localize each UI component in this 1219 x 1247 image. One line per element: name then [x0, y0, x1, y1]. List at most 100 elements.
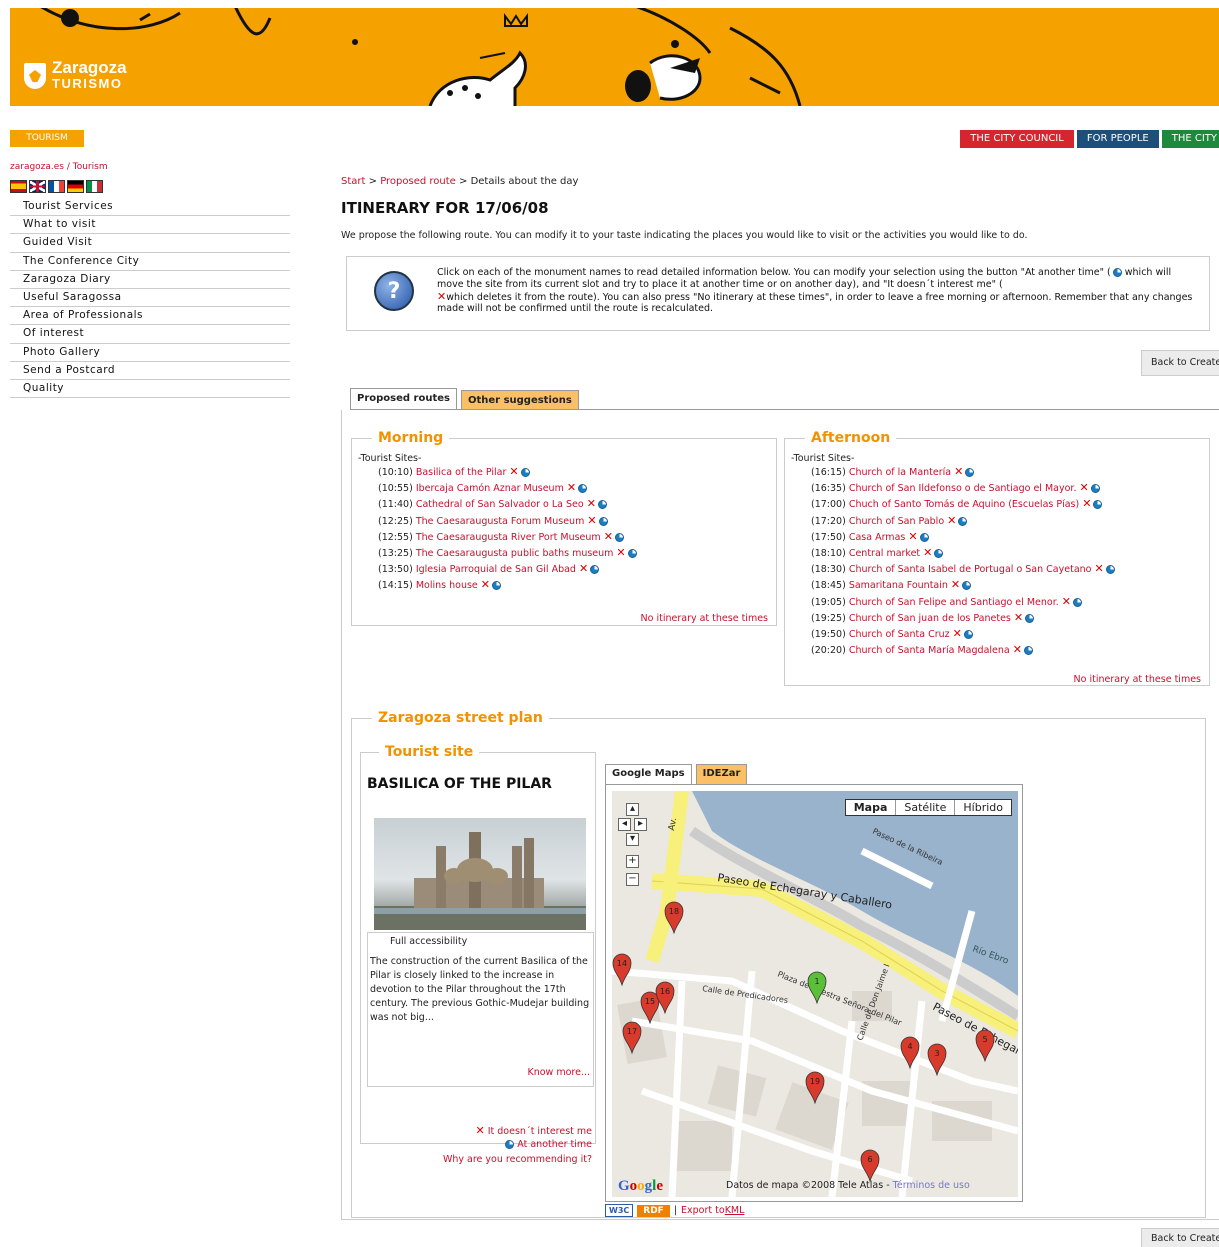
sidebar-item-send-postcard[interactable]: Send a Postcard [10, 362, 290, 380]
sidebar-item-zaragoza-diary[interactable]: Zaragoza Diary [10, 271, 290, 289]
tab-proposed-routes[interactable]: Proposed routes [350, 388, 457, 410]
delete-x-icon[interactable]: ✕ [1014, 611, 1023, 624]
street-map[interactable]: Paseo de Echegaray y Caballero Paseo de … [612, 791, 1018, 1197]
tab-for-people[interactable]: FOR PEOPLE [1076, 130, 1159, 148]
sidebar-item-conference-city[interactable]: The Conference City [10, 253, 290, 271]
terms-link[interactable]: Términos de uso [893, 1180, 970, 1191]
breadcrumb-start-link[interactable]: Start [341, 176, 365, 187]
sidebar-item-professionals[interactable]: Area of Professionals [10, 307, 290, 326]
site-link[interactable]: Samaritana Fountain [849, 580, 948, 591]
site-link[interactable]: Iglesia Parroquial de San Gil Abad [416, 564, 576, 575]
back-to-create-button-bottom[interactable]: Back to Create [1141, 1228, 1219, 1247]
clock-icon[interactable] [1025, 613, 1035, 623]
site-link[interactable]: The Caesaraugusta River Port Museum [416, 532, 601, 543]
clock-icon[interactable] [1105, 565, 1115, 575]
site-link[interactable]: Church of la Mantería [849, 467, 951, 478]
site-link[interactable]: Basilica of the Pilar [416, 467, 507, 478]
delete-x-icon[interactable]: ✕ [509, 465, 518, 478]
map-type-hybrid[interactable]: Híbrido [954, 800, 1011, 815]
tab-other-suggestions[interactable]: Other suggestions [460, 390, 579, 410]
sidebar-item-useful-saragossa[interactable]: Useful Saragossa [10, 289, 290, 308]
map-marker-5[interactable]: 5 [975, 1029, 995, 1063]
delete-x-icon[interactable]: ✕ [1082, 497, 1091, 510]
site-breadcrumb[interactable]: zaragoza.es / Tourism [10, 162, 108, 172]
clock-icon[interactable] [958, 516, 968, 526]
map-type-mapa[interactable]: Mapa [846, 800, 896, 815]
site-link[interactable]: Church of San juan de los Panetes [849, 613, 1011, 624]
site-link[interactable]: Church of San Ildefonso o de Santiago el… [849, 483, 1077, 494]
delete-x-icon[interactable]: ✕ [1013, 643, 1022, 656]
delete-x-icon[interactable]: ✕ [947, 514, 956, 527]
delete-x-icon[interactable]: ✕ [954, 465, 963, 478]
tab-city-council[interactable]: THE CITY COUNCIL [960, 130, 1074, 148]
delete-x-icon[interactable]: ✕ [616, 546, 625, 559]
clock-icon[interactable] [491, 581, 501, 591]
site-link[interactable]: The Caesaraugusta Forum Museum [416, 516, 585, 527]
delete-x-icon[interactable]: ✕ [1062, 595, 1071, 608]
delete-x-icon[interactable]: ✕ [481, 578, 490, 591]
map-type-satellite[interactable]: Satélite [895, 800, 954, 815]
afternoon-no-itinerary-link[interactable]: No itinerary at these times [1074, 674, 1201, 685]
pan-right-icon[interactable]: ▸ [634, 818, 647, 831]
not-interest-link[interactable]: It doesn´t interest me [488, 1126, 592, 1137]
clock-icon[interactable] [962, 581, 972, 591]
map-marker-16[interactable]: 16 [655, 981, 675, 1015]
tourism-tab[interactable]: TOURISM [10, 130, 84, 147]
delete-x-icon[interactable]: ✕ [923, 546, 932, 559]
clock-icon[interactable] [597, 500, 607, 510]
site-action-another-time[interactable]: At another time [503, 1139, 592, 1150]
tab-the-city[interactable]: THE CITY [1161, 130, 1219, 148]
site-link[interactable]: Church of Santa María Magdalena [849, 645, 1010, 656]
breadcrumb-route-link[interactable]: Proposed route [380, 176, 456, 187]
delete-x-icon[interactable]: ✕ [587, 514, 596, 527]
sidebar-item-what-to-visit[interactable]: What to visit [10, 216, 290, 235]
google-logo[interactable]: Google [618, 1178, 663, 1195]
back-to-create-button-top[interactable]: Back to Create [1141, 350, 1219, 376]
clock-icon[interactable] [919, 532, 929, 542]
zaragoza-turismo-logo[interactable]: Zaragoza TURISMO [24, 59, 127, 92]
know-more-link[interactable]: Know more... [527, 1066, 590, 1080]
delete-x-icon[interactable]: ✕ [604, 530, 613, 543]
morning-no-itinerary-link[interactable]: No itinerary at these times [641, 613, 768, 624]
clock-icon[interactable] [598, 516, 608, 526]
delete-x-icon[interactable]: ✕ [567, 481, 576, 494]
sidebar-item-quality[interactable]: Quality [10, 380, 290, 399]
site-link[interactable]: Chuch of Santo Tomás de Aquino (Escuelas… [849, 499, 1079, 510]
rdf-badge[interactable]: RDF [637, 1204, 670, 1217]
delete-x-icon[interactable]: ✕ [1079, 481, 1088, 494]
spanish-flag-icon[interactable] [10, 180, 27, 193]
delete-x-icon[interactable]: ✕ [1094, 562, 1103, 575]
french-flag-icon[interactable] [48, 180, 65, 193]
map-marker-14[interactable]: 14 [612, 953, 632, 987]
site-link[interactable]: Ibercaja Camón Aznar Museum [416, 483, 564, 494]
another-time-link[interactable]: At another time [517, 1139, 592, 1150]
clock-icon[interactable] [614, 532, 624, 542]
pan-down-icon[interactable]: ▾ [626, 833, 639, 846]
site-link[interactable]: The Caesaraugusta public baths museum [416, 548, 614, 559]
clock-icon[interactable] [1072, 597, 1082, 607]
tab-idezar[interactable]: IDEZar [695, 764, 748, 784]
clock-icon[interactable] [965, 468, 975, 477]
pan-up-icon[interactable]: ▴ [626, 803, 639, 816]
sidebar-item-of-interest[interactable]: Of interest [10, 325, 290, 344]
italian-flag-icon[interactable] [86, 180, 103, 193]
clock-icon[interactable] [1090, 484, 1100, 494]
sidebar-item-guided-visit[interactable]: Guided Visit [10, 234, 290, 253]
zoom-out-icon[interactable]: − [626, 873, 639, 886]
site-link[interactable]: Central market [849, 548, 920, 559]
delete-x-icon[interactable]: ✕ [908, 530, 917, 543]
w3c-badge[interactable]: W3C [605, 1204, 634, 1217]
site-action-not-interest[interactable]: ✕ It doesn´t interest me [472, 1124, 592, 1137]
pan-left-icon[interactable]: ◂ [618, 818, 631, 831]
clock-icon[interactable] [627, 549, 637, 559]
site-link[interactable]: Church of San Felipe and Santiago el Men… [849, 597, 1059, 608]
sidebar-item-tourist-services[interactable]: Tourist Services [10, 198, 290, 217]
clock-icon[interactable] [1093, 500, 1103, 510]
site-link[interactable]: Casa Armas [849, 532, 906, 543]
delete-x-icon[interactable]: ✕ [951, 578, 960, 591]
english-flag-icon[interactable] [29, 180, 46, 193]
delete-x-icon[interactable]: ✕ [579, 562, 588, 575]
clock-icon[interactable] [1023, 646, 1033, 656]
site-link[interactable]: Church of Santa Isabel de Portugal o San… [849, 564, 1092, 575]
clock-icon[interactable] [520, 468, 530, 477]
